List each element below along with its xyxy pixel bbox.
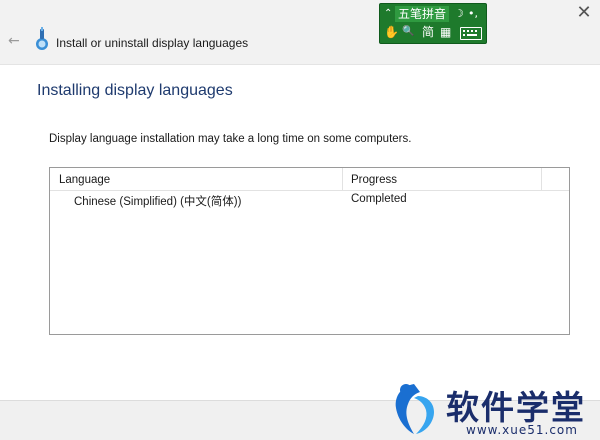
watermark-logo-icon: [395, 384, 434, 434]
column-header-filler: [543, 168, 569, 190]
watermark-url: www.xue51.com: [466, 423, 578, 437]
title-bar: ← Install or uninstall display languages…: [0, 0, 600, 65]
language-cell: Chinese (Simplified) (中文(简体)): [74, 196, 242, 208]
page-title: Installing display languages: [37, 82, 233, 99]
ime-name[interactable]: 五笔拼音: [395, 6, 450, 22]
close-button[interactable]: ✕: [572, 2, 596, 24]
watermark: 软件学堂 www.xue51.com: [380, 372, 600, 439]
ime-hand-icon[interactable]: ✋: [384, 24, 399, 40]
ime-moon-icon[interactable]: ☽: [454, 6, 464, 22]
ime-punctuation-icon[interactable]: •,: [468, 6, 478, 22]
ime-collapse-icon[interactable]: ⌃: [384, 6, 392, 22]
watermark-brand: 软件学堂: [446, 388, 586, 427]
ime-toolbar[interactable]: ⌃ 五笔拼音 ☽ •, ✋ 🔍 简 ▦: [379, 3, 487, 44]
description-text: Display language installation may take a…: [49, 133, 412, 145]
ime-keyboard-icon[interactable]: [460, 27, 482, 40]
language-app-icon: [36, 27, 48, 50]
ime-mode-simplified[interactable]: 简: [422, 24, 434, 40]
ime-grid-icon[interactable]: ▦: [440, 24, 451, 40]
ime-search-icon[interactable]: 🔍: [402, 24, 414, 40]
list-header: Language Progress: [50, 168, 569, 191]
window-title: Install or uninstall display languages: [56, 36, 249, 50]
list-item[interactable]: Chinese (Simplified) (中文(简体)) Completed: [50, 192, 569, 212]
column-header-language[interactable]: Language: [50, 168, 343, 190]
progress-cell: Completed: [351, 193, 407, 205]
column-header-progress[interactable]: Progress: [344, 168, 542, 190]
back-arrow-icon[interactable]: ←: [8, 34, 20, 48]
language-list[interactable]: Language Progress Chinese (Simplified) (…: [49, 167, 570, 335]
